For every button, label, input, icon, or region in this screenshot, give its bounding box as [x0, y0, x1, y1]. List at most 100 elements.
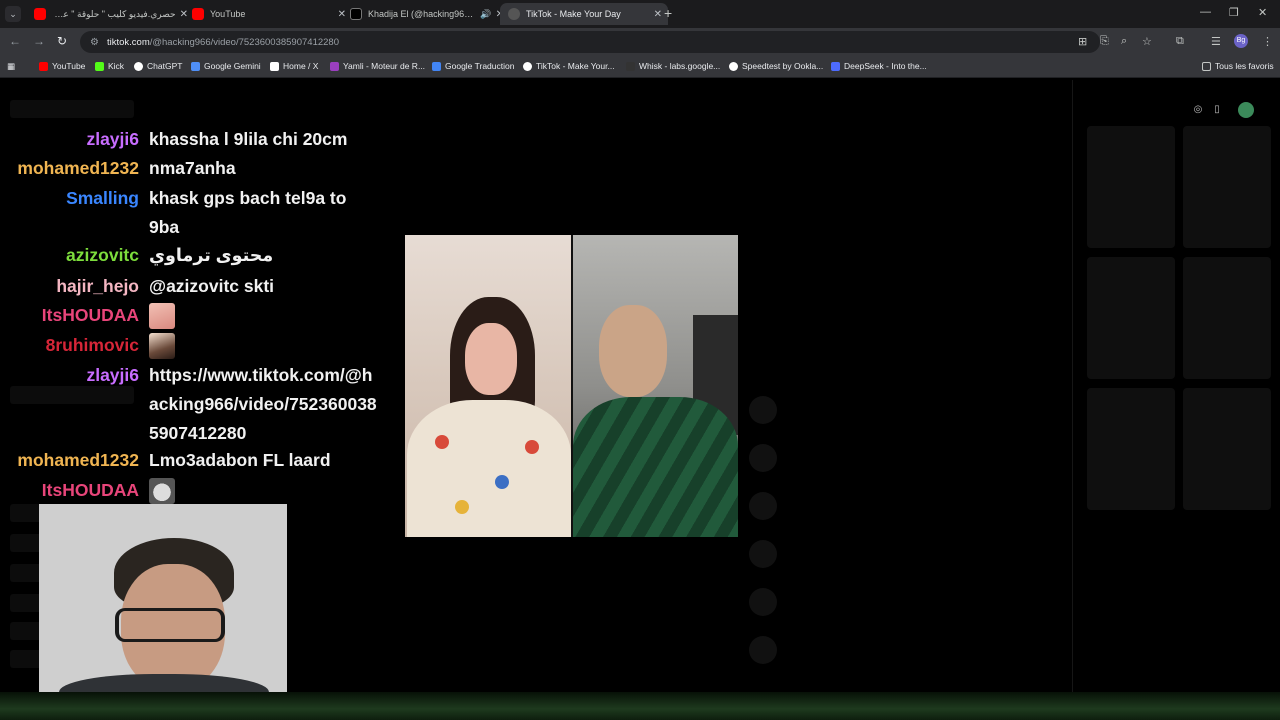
bookmark-google-translate[interactable]: Google Traduction [432, 61, 514, 71]
bookmark-yamli[interactable]: Yamli - Moteur de R... [330, 61, 425, 71]
apps-grid-icon[interactable]: ▦ [7, 61, 15, 72]
shirt-print-icon [455, 500, 469, 514]
zoom-icon[interactable]: ⌕ [1121, 35, 1127, 48]
bookmark-x[interactable]: Home / X [270, 61, 318, 71]
bookmark-kick[interactable]: Kick [95, 61, 124, 71]
chat-message: 8ruhimovic [0, 331, 394, 360]
close-tab-icon[interactable]: ✕ [654, 9, 662, 20]
related-video-thumbnail[interactable] [1087, 388, 1175, 510]
chat-message: ItsHOUDAA [0, 301, 394, 330]
bookmark-button[interactable] [749, 492, 777, 520]
like-button[interactable] [749, 396, 777, 424]
glasses-icon [115, 608, 225, 642]
placeholder-row [10, 100, 134, 118]
bookmark-youtube[interactable]: YouTube [39, 61, 85, 71]
all-bookmarks[interactable]: Tous les favoris [1202, 61, 1274, 71]
user-avatar[interactable] [1238, 102, 1254, 118]
youtube-icon [39, 61, 48, 71]
tab-title: Khadija El (@hacking966) o [368, 9, 477, 19]
bookmark-speedtest[interactable]: Speedtest by Ookla... [729, 61, 823, 71]
bookmark-label: Google Traduction [445, 61, 515, 71]
related-video-thumbnail[interactable] [1087, 257, 1175, 379]
minimize-icon[interactable]: — [1200, 6, 1211, 18]
related-video-thumbnail[interactable] [1183, 388, 1271, 510]
cat-emote-icon [149, 478, 175, 505]
chat-username: mohamed1232 [17, 450, 139, 470]
install-app-icon[interactable]: ⎘ [1100, 35, 1109, 48]
video-right-man [573, 235, 738, 537]
chat-message: mohamed1232 Lmo3adabon FL laard [0, 446, 394, 475]
related-video-thumbnail[interactable] [1183, 257, 1271, 379]
new-tab-button[interactable]: + [664, 5, 672, 21]
reading-list-icon[interactable]: ☰ [1211, 35, 1221, 48]
coin-icon[interactable]: ◎ [1190, 102, 1206, 118]
chat-message: Smalling khask gps bach tel9a to9ba [0, 184, 349, 242]
shirt-print-icon [525, 440, 539, 454]
chat-message: mohamed1232 nma7anha [0, 154, 394, 183]
related-video-thumbnail[interactable] [1087, 126, 1175, 248]
chat-message: ItsHOUDAA [0, 476, 394, 505]
back-icon[interactable]: ← [9, 34, 21, 48]
chat-username: mohamed1232 [17, 158, 139, 178]
related-video-thumbnail[interactable] [1183, 126, 1271, 248]
menu-icon[interactable]: ⋮ [1262, 35, 1273, 48]
video-figure [465, 323, 517, 395]
restore-icon[interactable]: ❐ [1229, 6, 1239, 19]
comment-button[interactable] [749, 444, 777, 472]
bookmark-chatgpt[interactable]: ChatGPT [134, 61, 182, 71]
bookmark-tiktok[interactable]: TikTok - Make Your... [523, 61, 615, 71]
phone-icon[interactable]: ▯ [1209, 102, 1225, 118]
bookmark-gemini[interactable]: Google Gemini [191, 61, 261, 71]
chat-username: zlayji6 [86, 365, 139, 385]
tab-strip: ⌄ حصري.فيديو كليب " حلوقة " عادل ✕ YouTu… [0, 0, 1280, 28]
bookmark-deepseek[interactable]: DeepSeek - Into the... [831, 61, 927, 71]
tiktok-video-player[interactable] [405, 235, 738, 537]
bookmark-label: Home / X [283, 61, 319, 71]
bookmark-label: Speedtest by Ookla... [742, 61, 824, 71]
address-bar[interactable]: ⚙ tiktok.com/@hacking966/video/752360038… [80, 31, 1100, 53]
video-figure [573, 397, 738, 537]
bookmark-label: ChatGPT [147, 61, 183, 71]
music-button[interactable] [749, 636, 777, 664]
video-figure [599, 305, 667, 397]
video-figure [407, 400, 571, 537]
video-left-woman [405, 235, 571, 537]
chat-username: zlayji6 [86, 129, 139, 149]
chatgpt-icon [134, 61, 143, 71]
tiktok-favicon-icon [508, 8, 520, 20]
tab-youtube[interactable]: YouTube ✕ [184, 3, 352, 25]
face-emote-icon [149, 303, 175, 330]
bookmark-label: Kick [108, 61, 125, 71]
chat-text [149, 476, 394, 505]
extensions-icon[interactable]: ⧉ [1176, 35, 1184, 48]
bookmark-whisk[interactable]: Whisk - labs.google... [626, 61, 720, 71]
chat-text: Lmo3adabon FL laard [149, 450, 331, 470]
chat-message: zlayji6 khassha l 9lila chi 20cm [0, 125, 394, 154]
all-bookmarks-label: Tous les favoris [1215, 61, 1274, 71]
translate-icon[interactable]: ⊞ [1078, 35, 1087, 48]
site-info-icon[interactable]: ⚙ [90, 37, 99, 48]
more-button[interactable] [749, 588, 777, 616]
yamli-icon [330, 61, 339, 71]
tab-khadija[interactable]: Khadija El (@hacking966) o 🔊 ✕ [342, 3, 510, 25]
address-host: tiktok.com [106, 36, 150, 48]
share-button[interactable] [749, 540, 777, 568]
speaker-icon[interactable]: 🔊 [480, 9, 491, 20]
shirt-print-icon [495, 475, 509, 489]
tab-music-video[interactable]: حصري.فيديو كليب " حلوقة " عادل ✕ [26, 3, 194, 25]
stream-bottom-overlay [0, 692, 1280, 720]
chat-message: azizovitc محتوى ترماوي [0, 241, 273, 270]
bookmarks-bar: ▦ YouTube Kick ChatGPT Google Gemini Hom… [0, 56, 1280, 78]
tab-tiktok-active[interactable]: TikTok - Make Your Day ✕ [500, 3, 668, 25]
bookmark-star-icon[interactable]: ☆ [1142, 35, 1152, 48]
forward-icon[interactable]: → [33, 34, 45, 48]
chat-username: hajir_hejo [56, 276, 139, 296]
tab-title: YouTube [210, 9, 246, 19]
tab-search-icon[interactable]: ⌄ [5, 6, 21, 22]
profile-avatar[interactable]: Bg [1234, 34, 1248, 48]
close-window-icon[interactable]: ✕ [1258, 6, 1267, 19]
whisk-icon [626, 61, 635, 71]
chat-text: khask gps bach tel9a to9ba [149, 188, 347, 237]
reload-icon[interactable]: ↻ [57, 34, 67, 48]
streamer-webcam [39, 504, 287, 700]
